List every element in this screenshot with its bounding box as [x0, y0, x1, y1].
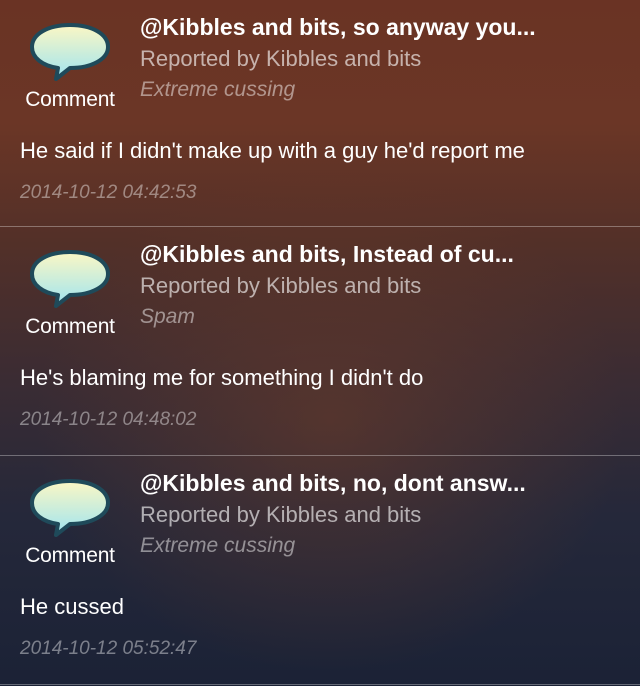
comment-label: Comment [25, 315, 115, 338]
reported-by: Reported by Kibbles and bits [140, 46, 422, 71]
report-timestamp: 2014-10-12 04:48:02 [20, 409, 197, 430]
report-row[interactable]: Comment @Kibbles and bits, so anyway you… [0, 0, 640, 227]
report-title: @Kibbles and bits, so anyway you... [140, 14, 536, 40]
report-timestamp: 2014-10-12 05:52:47 [20, 638, 197, 659]
report-message: He's blaming me for something I didn't d… [20, 365, 424, 390]
comment-type-indicator: Comment [16, 478, 122, 570]
speech-bubble-icon [30, 479, 110, 537]
report-reason: Spam [140, 305, 195, 328]
comment-label: Comment [25, 88, 115, 111]
comment-label: Comment [25, 544, 115, 567]
report-title: @Kibbles and bits, no, dont answ... [140, 470, 526, 496]
report-message: He said if I didn't make up with a guy h… [20, 138, 525, 163]
report-row[interactable]: Comment @Kibbles and bits, Instead of cu… [0, 227, 640, 456]
speech-bubble-icon [30, 250, 110, 308]
report-timestamp: 2014-10-12 04:42:53 [20, 182, 197, 203]
report-row[interactable]: Comment @Kibbles and bits, no, dont answ… [0, 456, 640, 685]
report-message: He cussed [20, 594, 124, 619]
speech-bubble-icon [30, 23, 110, 81]
reported-by: Reported by Kibbles and bits [140, 502, 422, 527]
report-reason: Extreme cussing [140, 78, 296, 101]
comment-type-indicator: Comment [16, 249, 122, 341]
report-list: Comment @Kibbles and bits, so anyway you… [0, 0, 640, 685]
report-title: @Kibbles and bits, Instead of cu... [140, 241, 514, 267]
comment-type-indicator: Comment [16, 22, 122, 114]
reported-by: Reported by Kibbles and bits [140, 273, 422, 298]
report-reason: Extreme cussing [140, 534, 296, 557]
